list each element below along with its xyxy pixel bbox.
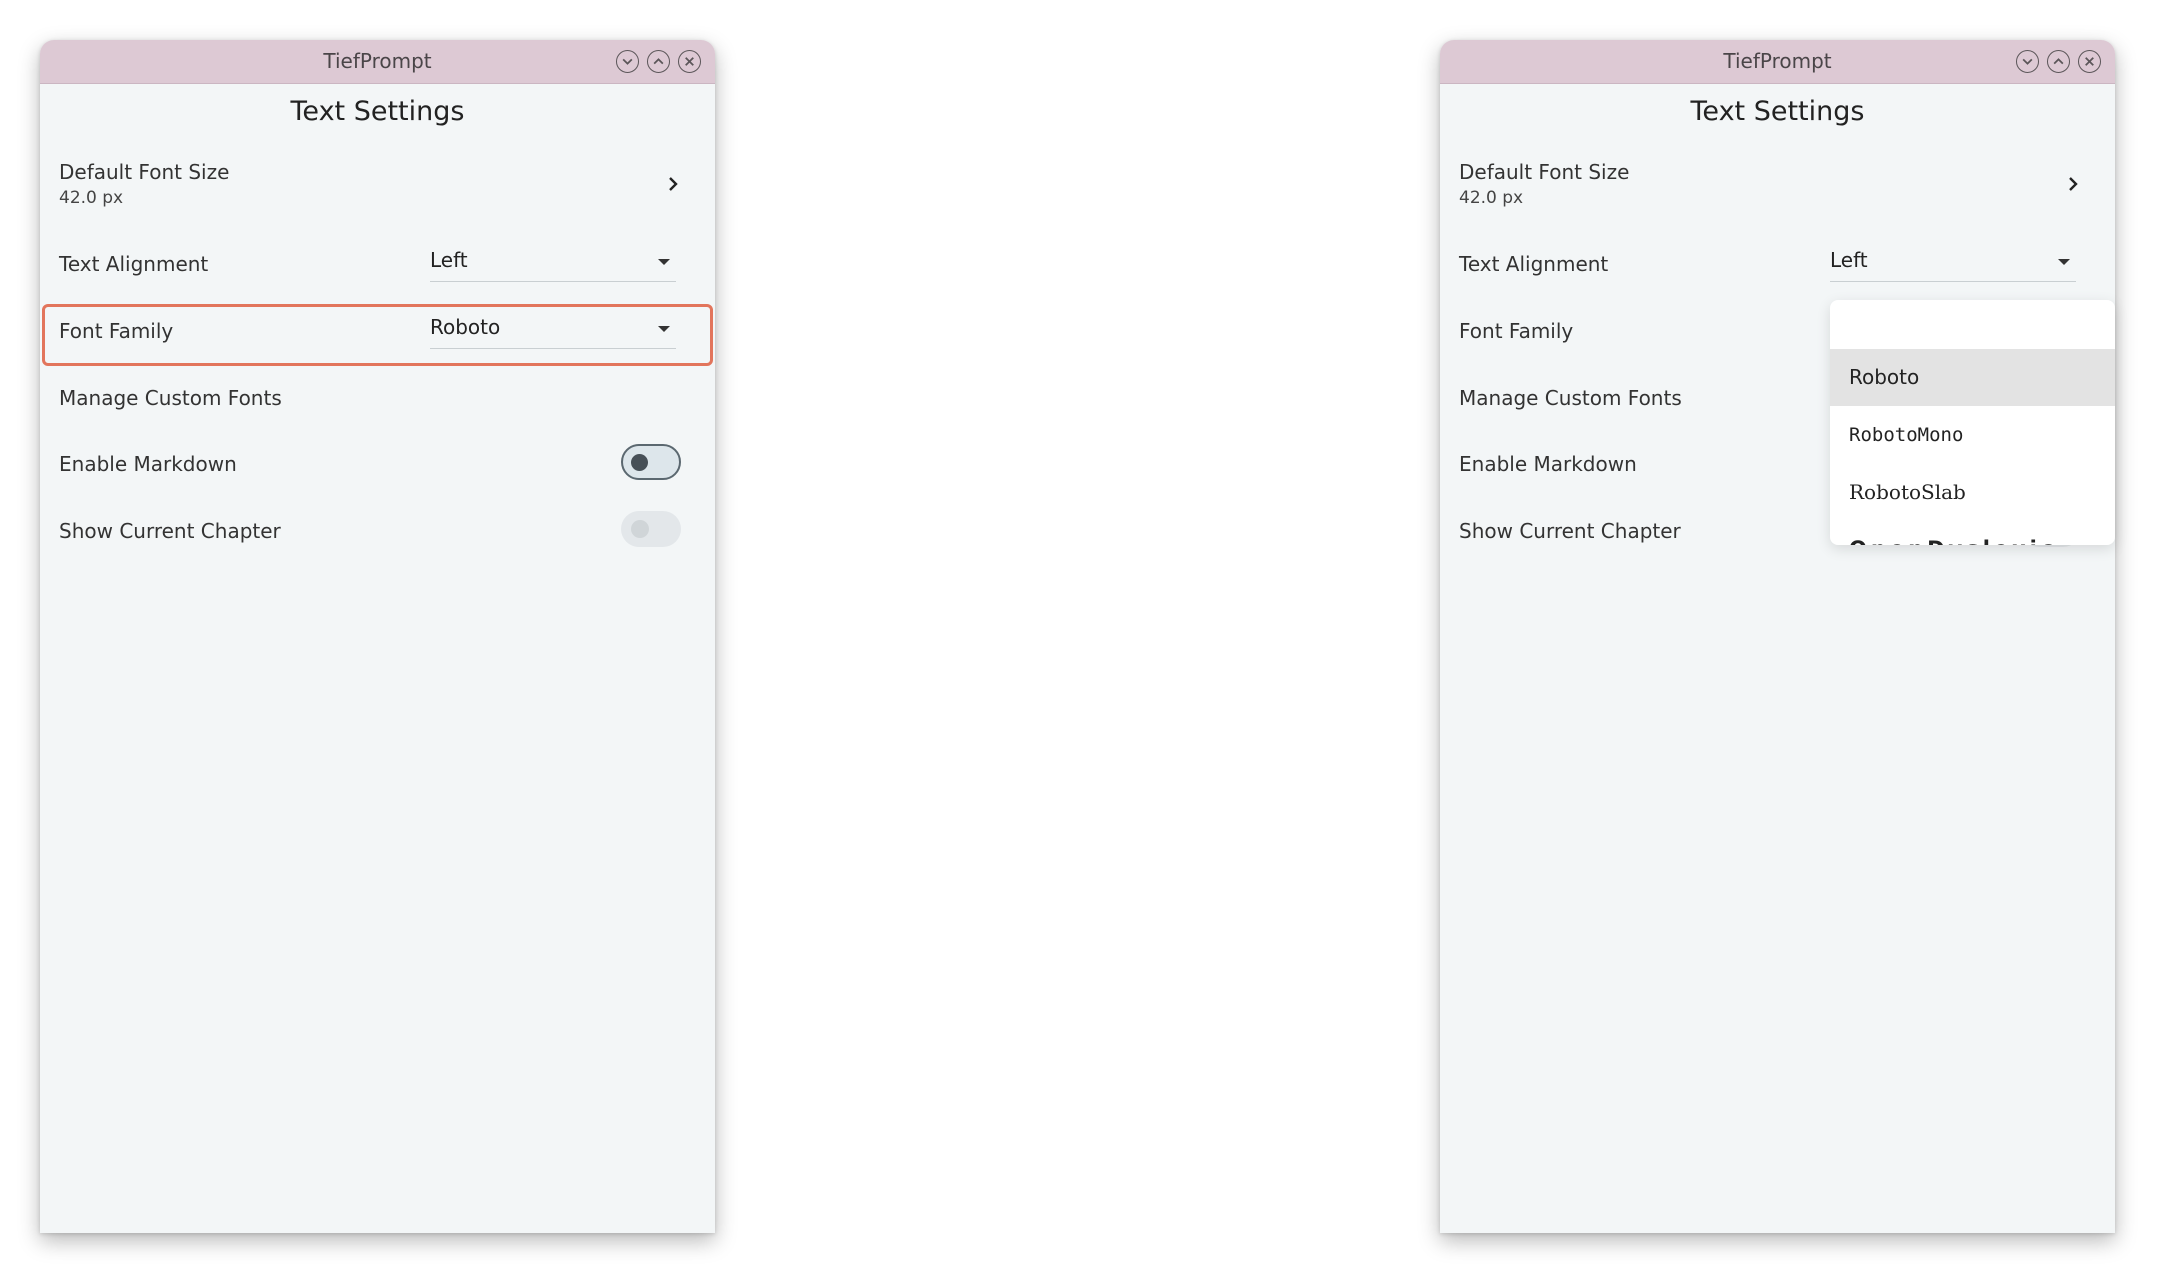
font-family-dropdown-menu: Roboto RobotoMono RobotoSlab OpenDyslexi… bbox=[1830, 300, 2115, 545]
font-option-robotoslab[interactable]: RobotoSlab bbox=[1830, 464, 2115, 521]
text-alignment-label: Text Alignment bbox=[1459, 252, 1609, 276]
enable-markdown-toggle[interactable] bbox=[621, 444, 681, 480]
text-alignment-label: Text Alignment bbox=[59, 252, 209, 276]
enable-markdown-label: Enable Markdown bbox=[1459, 452, 1637, 476]
page-title: Text Settings bbox=[290, 96, 465, 127]
enable-markdown-row: Enable Markdown bbox=[40, 438, 715, 488]
chevron-right-icon bbox=[669, 177, 678, 191]
window-title: TiefPrompt bbox=[1723, 49, 1832, 73]
text-alignment-row: Text Alignment Left bbox=[40, 238, 715, 288]
chevron-right-icon bbox=[2069, 177, 2078, 191]
text-alignment-value: Left bbox=[1830, 248, 1868, 272]
dropdown-arrow-icon bbox=[658, 259, 670, 265]
show-current-chapter-label: Show Current Chapter bbox=[1459, 519, 1681, 543]
default-font-size-row[interactable]: Default Font Size 42.0 px bbox=[1440, 152, 2115, 222]
minimize-icon[interactable] bbox=[616, 50, 639, 73]
default-font-size-label: Default Font Size bbox=[59, 160, 230, 184]
text-alignment-value: Left bbox=[430, 248, 468, 272]
maximize-icon[interactable] bbox=[647, 50, 670, 73]
default-font-size-row[interactable]: Default Font Size 42.0 px bbox=[40, 152, 715, 222]
text-alignment-select[interactable]: Left bbox=[430, 242, 676, 282]
manage-custom-fonts-label: Manage Custom Fonts bbox=[1459, 386, 1682, 410]
titlebar: TiefPrompt bbox=[1440, 40, 2115, 84]
default-font-size-value: 42.0 px bbox=[1459, 188, 1524, 208]
show-current-chapter-label: Show Current Chapter bbox=[59, 519, 281, 543]
settings-window-right: TiefPrompt Text Settings Default Font Si… bbox=[1440, 40, 2115, 1233]
maximize-icon[interactable] bbox=[2047, 50, 2070, 73]
font-option-robotomono[interactable]: RobotoMono bbox=[1830, 407, 2115, 464]
settings-window-left: TiefPrompt Text Settings Default Font Si… bbox=[40, 40, 715, 1233]
dropdown-arrow-icon bbox=[2058, 259, 2070, 265]
font-option-roboto[interactable]: Roboto bbox=[1830, 349, 2115, 406]
close-icon[interactable] bbox=[2078, 50, 2101, 73]
font-family-label: Font Family bbox=[1459, 319, 1574, 343]
default-font-size-value: 42.0 px bbox=[59, 188, 124, 208]
close-icon[interactable] bbox=[678, 50, 701, 73]
manage-custom-fonts-label: Manage Custom Fonts bbox=[59, 386, 282, 410]
titlebar: TiefPrompt bbox=[40, 40, 715, 84]
font-option-opendyslexic[interactable]: OpenDyslexic bbox=[1830, 521, 2115, 545]
minimize-icon[interactable] bbox=[2016, 50, 2039, 73]
text-alignment-row: Text Alignment Left bbox=[1440, 238, 2115, 288]
manage-custom-fonts-row[interactable]: Manage Custom Fonts bbox=[40, 372, 715, 422]
focus-highlight bbox=[42, 304, 713, 366]
show-current-chapter-row: Show Current Chapter bbox=[40, 505, 715, 555]
enable-markdown-label: Enable Markdown bbox=[59, 452, 237, 476]
default-font-size-label: Default Font Size bbox=[1459, 160, 1630, 184]
text-alignment-select[interactable]: Left bbox=[1830, 242, 2076, 282]
page-title: Text Settings bbox=[1690, 96, 1865, 127]
show-current-chapter-toggle[interactable] bbox=[621, 511, 681, 547]
window-title: TiefPrompt bbox=[323, 49, 432, 73]
